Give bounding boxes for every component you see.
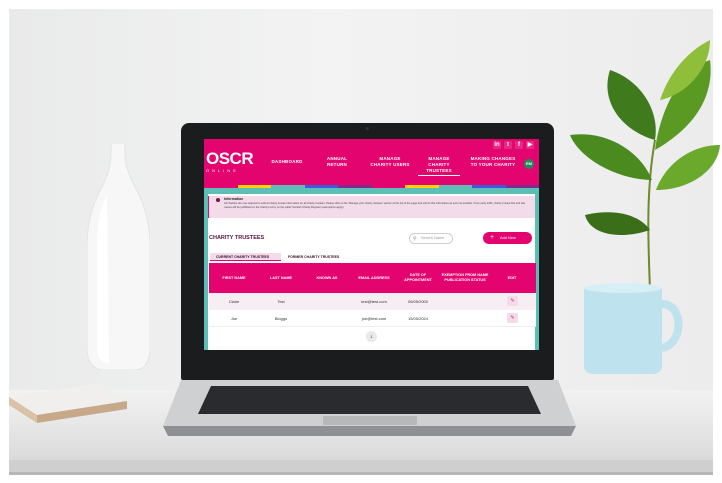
youtube-icon[interactable]: ▶ bbox=[526, 141, 534, 149]
linkedin-icon[interactable]: in bbox=[493, 141, 501, 149]
search-input[interactable]: ⚲ Search Name bbox=[409, 233, 453, 244]
cell-first-name: Claire bbox=[228, 299, 240, 304]
desk-edge bbox=[9, 460, 713, 472]
app-header: OSCR ONLINE in t f ▶ DASHBOARD ANNUAL RE… bbox=[204, 139, 539, 185]
column-header-exemption-status: EXEMPTION FROM NAME PUBLICATION STATUS bbox=[441, 273, 489, 282]
cell-email: joe@test.com bbox=[361, 316, 387, 321]
cell-date-of-appointment: 06/05/2000 bbox=[407, 299, 429, 304]
cell-exemption-status bbox=[438, 310, 492, 327]
oscr-logo-subtitle: ONLINE bbox=[206, 168, 239, 173]
tab-former-trustees[interactable]: FORMER CHARITY TRUSTEES bbox=[288, 253, 339, 261]
info-body: All charities are now required to submit… bbox=[224, 202, 526, 209]
page-title: CHARITY TRUSTEES bbox=[209, 235, 265, 241]
pagination-page[interactable]: 1 bbox=[366, 331, 377, 342]
blue-mug bbox=[584, 283, 683, 374]
nav-making-changes[interactable]: MAKING CHANGES TO YOUR CHARITY bbox=[468, 156, 518, 168]
desk-shadow bbox=[9, 472, 713, 475]
user-avatar[interactable]: EM bbox=[524, 159, 534, 169]
laptop-base bbox=[163, 380, 576, 436]
column-header-email: EMAIL ADDRESS bbox=[358, 275, 390, 280]
tab-current-trustees[interactable]: CURRENT CHARITY TRUSTEES bbox=[210, 253, 281, 261]
notebook bbox=[9, 383, 127, 423]
info-icon bbox=[216, 198, 220, 202]
white-vase bbox=[87, 143, 150, 370]
laptop-screen: OSCR ONLINE in t f ▶ DASHBOARD ANNUAL RE… bbox=[204, 139, 539, 350]
edit-icon[interactable]: ✎ bbox=[507, 296, 518, 306]
facebook-icon[interactable]: f bbox=[515, 141, 523, 149]
cell-email: test@test.com bbox=[361, 299, 387, 304]
plant bbox=[570, 40, 720, 290]
cell-last-name: Test bbox=[277, 299, 285, 304]
column-header-known-as: KNOWN AS bbox=[316, 275, 338, 280]
nav-manage-charity-users[interactable]: MANAGE CHARITY USERS bbox=[368, 156, 412, 168]
cell-known-as bbox=[308, 310, 346, 327]
add-new-label: Add New bbox=[500, 235, 516, 240]
nav-dashboard[interactable]: DASHBOARD bbox=[267, 159, 307, 165]
cell-known-as bbox=[308, 293, 346, 310]
add-new-button[interactable]: + Add New bbox=[483, 232, 532, 244]
information-banner: Information All charities are now requir… bbox=[208, 196, 535, 218]
column-header-date-of-appointment: DATE OF APPOINTMENT bbox=[404, 273, 432, 282]
oscr-logo[interactable]: OSCR bbox=[206, 150, 254, 167]
cell-exemption-status bbox=[438, 293, 492, 310]
column-header-first-name: FIRST NAME bbox=[222, 275, 246, 280]
twitter-icon[interactable]: t bbox=[504, 141, 512, 149]
search-placeholder: Search Name bbox=[421, 236, 445, 240]
search-icon: ⚲ bbox=[413, 236, 417, 242]
cell-last-name: Bloggs bbox=[274, 316, 288, 321]
plus-icon: + bbox=[490, 234, 495, 241]
edit-icon[interactable]: ✎ bbox=[507, 313, 518, 323]
webcam-icon bbox=[366, 127, 369, 130]
cell-first-name: Joe bbox=[230, 316, 238, 321]
social-links: in t f ▶ bbox=[493, 141, 534, 149]
info-title: Information bbox=[224, 197, 244, 201]
column-header-edit: EDIT bbox=[507, 275, 517, 280]
nav-annual-return[interactable]: ANNUAL RETURN bbox=[324, 156, 350, 168]
column-header-last-name: LAST NAME bbox=[269, 275, 293, 280]
cell-date-of-appointment: 15/05/2024 bbox=[407, 316, 429, 321]
nav-manage-charity-trustees[interactable]: MANAGE CHARITY TRUSTEES bbox=[418, 156, 460, 176]
